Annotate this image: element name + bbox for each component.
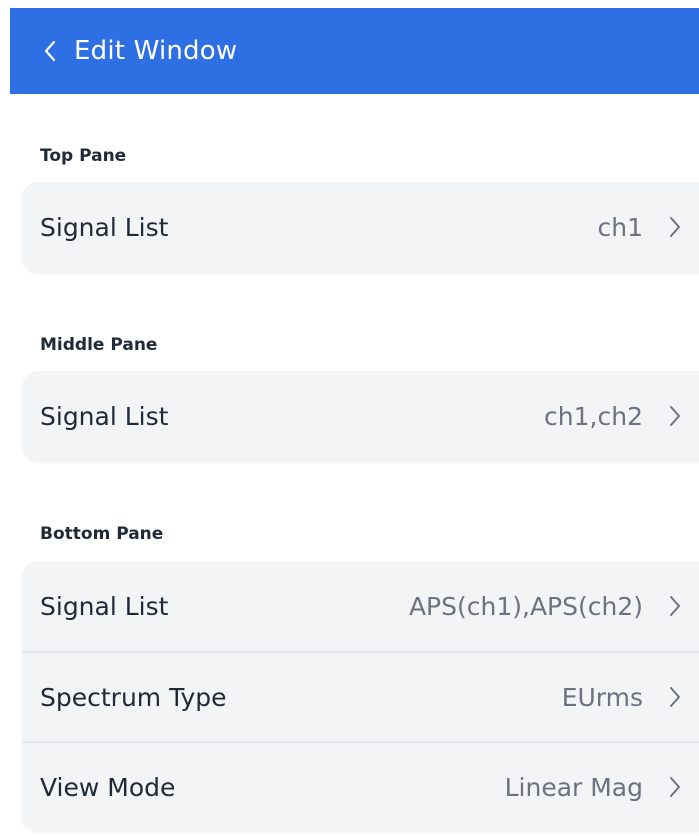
- header-bar: Edit Window: [10, 8, 699, 94]
- section-title-top-pane: Top Pane: [40, 146, 127, 166]
- row-label: Signal List: [40, 591, 169, 621]
- row-value: ch1,ch2: [544, 401, 643, 431]
- chevron-right-icon: [663, 401, 687, 431]
- chevron-right-icon: [663, 212, 687, 242]
- section-title-bottom-pane: Bottom Pane: [40, 524, 164, 544]
- chevron-right-icon: [663, 591, 687, 621]
- row-bottom-spectrum-type[interactable]: Spectrum Type EUrms: [22, 651, 699, 741]
- section-title-middle-pane: Middle Pane: [40, 335, 158, 355]
- row-value: EUrms: [561, 682, 643, 712]
- row-top-signal-list[interactable]: Signal List ch1: [22, 182, 699, 272]
- chevron-right-icon: [663, 772, 687, 802]
- row-label: Spectrum Type: [40, 682, 227, 712]
- chevron-right-icon: [663, 682, 687, 712]
- row-value: APS(ch1),APS(ch2): [408, 591, 643, 621]
- back-button[interactable]: Edit Window: [40, 36, 237, 66]
- settings-group-middle-pane: Signal List ch1,ch2: [22, 371, 699, 461]
- page-title: Edit Window: [74, 36, 238, 66]
- settings-group-top-pane: Signal List ch1: [22, 182, 699, 272]
- row-value: ch1: [597, 212, 644, 242]
- row-bottom-view-mode[interactable]: View Mode Linear Mag: [22, 741, 699, 831]
- settings-group-bottom-pane: Signal List APS(ch1),APS(ch2) Spectrum T…: [22, 561, 699, 831]
- row-value: Linear Mag: [504, 772, 643, 802]
- row-label: Signal List: [40, 212, 169, 242]
- row-label: Signal List: [40, 401, 169, 431]
- chevron-left-icon: [40, 39, 60, 63]
- row-middle-signal-list[interactable]: Signal List ch1,ch2: [22, 371, 699, 461]
- row-bottom-signal-list[interactable]: Signal List APS(ch1),APS(ch2): [22, 561, 699, 651]
- row-label: View Mode: [40, 772, 176, 802]
